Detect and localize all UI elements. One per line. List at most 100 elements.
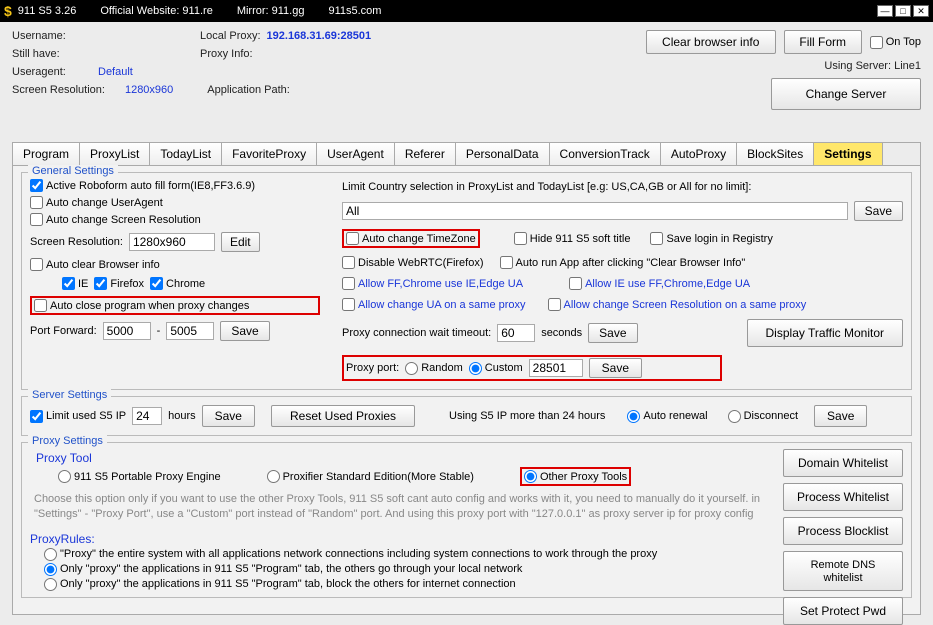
tab-autoproxy[interactable]: AutoProxy <box>661 143 737 165</box>
tab-useragent[interactable]: UserAgent <box>317 143 395 165</box>
pcw-save[interactable]: Save <box>588 323 637 343</box>
disconnect-radio[interactable]: Disconnect <box>728 410 798 423</box>
limit-label: Limit Country selection in ProxyList and… <box>342 181 751 193</box>
tab-todaylist[interactable]: TodayList <box>150 143 222 165</box>
tab-conversiontrack[interactable]: ConversionTrack <box>550 143 661 165</box>
pp-random[interactable]: Random <box>405 362 463 375</box>
allow-ie-checkbox[interactable]: Allow IE use FF,Chrome,Edge UA <box>569 277 750 290</box>
alt-domain: 911s5.com <box>328 5 381 17</box>
sr-combo[interactable] <box>129 233 215 251</box>
chrome-checkbox[interactable]: Chrome <box>150 277 205 290</box>
firefox-checkbox[interactable]: Firefox <box>94 277 144 290</box>
stillhave-label: Still have: <box>12 48 92 60</box>
pp-save[interactable]: Save <box>589 358 642 378</box>
ss-save[interactable]: Save <box>814 405 867 427</box>
tool-portable[interactable]: 911 S5 Portable Proxy Engine <box>58 470 221 483</box>
server-legend: Server Settings <box>28 389 111 401</box>
screenres-value: 1280x960 <box>125 84 173 96</box>
autoclear-checkbox[interactable]: Auto clear Browser info <box>30 258 330 271</box>
pf-label: Port Forward: <box>30 325 97 337</box>
more-label: Using S5 IP more than 24 hours <box>449 410 605 422</box>
auto-tz-checkbox[interactable]: Auto change TimeZone <box>342 229 480 248</box>
close-button[interactable]: ✕ <box>913 5 929 17</box>
general-settings-group: General Settings Active Roboform auto fi… <box>21 172 912 390</box>
local-proxy-value: 192.168.31.69:28501 <box>267 30 372 42</box>
apppath-label: Application Path: <box>207 84 290 96</box>
limit-save[interactable]: Save <box>202 405 255 427</box>
autorun-checkbox[interactable]: Auto run App after clicking "Clear Brows… <box>500 256 746 269</box>
allow-ff-checkbox[interactable]: Allow FF,Chrome use IE,Edge UA <box>342 277 523 290</box>
tab-blocksites[interactable]: BlockSites <box>737 143 814 165</box>
protect-pwd-button[interactable]: Set Protect Pwd <box>783 597 903 625</box>
save-registry-checkbox[interactable]: Save login in Registry <box>650 232 772 245</box>
proxy-rules-label: ProxyRules: <box>30 532 767 546</box>
roboform-checkbox[interactable]: Active Roboform auto fill form(IE8,FF3.6… <box>30 179 330 192</box>
auto-renewal-radio[interactable]: Auto renewal <box>627 410 707 423</box>
pcw-label: Proxy connection wait timeout: <box>342 327 491 339</box>
tab-proxylist[interactable]: ProxyList <box>80 143 150 165</box>
server-settings-group: Server Settings Limit used S5 IP hours S… <box>21 396 912 436</box>
pp-label: Proxy port: <box>346 362 399 374</box>
reset-proxies-button[interactable]: Reset Used Proxies <box>271 405 415 427</box>
auto-res-checkbox[interactable]: Auto change Screen Resolution <box>30 213 330 226</box>
tab-program[interactable]: Program <box>13 143 80 165</box>
proxyinfo-label: Proxy Info: <box>200 48 253 60</box>
rule-3[interactable]: Only "proxy" the applications in 911 S5 … <box>44 578 516 591</box>
autoclose-checkbox[interactable]: Auto close program when proxy changes <box>30 296 320 315</box>
pcw-input[interactable] <box>497 324 535 342</box>
local-proxy-label: Local Proxy: <box>200 30 261 42</box>
official-site: Official Website: 911.re <box>100 5 213 17</box>
process-blocklist-button[interactable]: Process Blocklist <box>783 517 903 545</box>
process-whitelist-button[interactable]: Process Whitelist <box>783 483 903 511</box>
useragent-value[interactable]: Default <box>98 66 133 78</box>
mirror: Mirror: 911.gg <box>237 5 305 17</box>
remote-dns-button[interactable]: Remote DNSwhitelist <box>783 551 903 591</box>
sr-label: Screen Resolution: <box>30 236 123 248</box>
proxy-settings-group: Proxy Settings Domain Whitelist Process … <box>21 442 912 598</box>
proxy-tool-label: Proxy Tool <box>36 451 767 465</box>
pf-save[interactable]: Save <box>220 321 269 341</box>
disable-rtc-checkbox[interactable]: Disable WebRTC(Firefox) <box>342 256 484 269</box>
pf-to[interactable] <box>166 322 214 340</box>
rule-2[interactable]: Only "proxy" the applications in 911 S5 … <box>44 563 522 576</box>
domain-whitelist-button[interactable]: Domain Whitelist <box>783 449 903 477</box>
ontop-checkbox[interactable]: On Top <box>870 36 921 49</box>
auto-ua-checkbox[interactable]: Auto change UserAgent <box>30 196 330 209</box>
maximize-button[interactable]: □ <box>895 5 911 17</box>
tab-settings[interactable]: Settings <box>814 143 882 165</box>
traffic-monitor-button[interactable]: Display Traffic Monitor <box>747 319 903 347</box>
pf-from[interactable] <box>103 322 151 340</box>
proxy-legend: Proxy Settings <box>28 435 107 447</box>
ie-checkbox[interactable]: IE <box>62 277 88 290</box>
useragent-label: Useragent: <box>12 66 92 78</box>
edit-button[interactable]: Edit <box>221 232 260 252</box>
change-server-button[interactable]: Change Server <box>771 78 921 110</box>
limit-save[interactable]: Save <box>854 201 903 221</box>
tab-referer[interactable]: Referer <box>395 143 456 165</box>
clear-browser-button[interactable]: Clear browser info <box>646 30 776 54</box>
tool-proxifier[interactable]: Proxifier Standard Edition(More Stable) <box>267 470 474 483</box>
titlebar: $ 911 S5 3.26 Official Website: 911.re M… <box>0 0 933 22</box>
general-legend: General Settings <box>28 165 118 177</box>
pp-input[interactable] <box>529 359 583 377</box>
rule-1[interactable]: "Proxy" the entire system with all appli… <box>44 548 657 561</box>
screenres-label: Screen Resolution: <box>12 84 105 96</box>
allow-sr-checkbox[interactable]: Allow change Screen Resolution on a same… <box>548 298 807 311</box>
pp-custom[interactable]: Custom <box>469 362 523 375</box>
using-server-label: Using Server: Line1 <box>824 60 921 72</box>
limit-input[interactable] <box>342 202 848 220</box>
tab-favoriteproxy[interactable]: FavoriteProxy <box>222 143 317 165</box>
app-title: 911 S5 3.26 <box>18 5 77 17</box>
fill-form-button[interactable]: Fill Form <box>784 30 862 54</box>
limit-ip-checkbox[interactable]: Limit used S5 IP <box>30 410 126 423</box>
allow-same-checkbox[interactable]: Allow change UA on a same proxy <box>342 298 526 311</box>
app-icon: $ <box>4 3 12 19</box>
tab-personaldata[interactable]: PersonalData <box>456 143 550 165</box>
tool-desc: Choose this option only if you want to u… <box>34 492 763 522</box>
username-label: Username: <box>12 30 92 42</box>
tool-other[interactable]: Other Proxy Tools <box>520 467 631 486</box>
minimize-button[interactable]: — <box>877 5 893 17</box>
hide-title-checkbox[interactable]: Hide 911 S5 soft title <box>514 232 631 245</box>
tab-bar: Program ProxyList TodayList FavoriteProx… <box>12 142 921 165</box>
limit-hours-input[interactable] <box>132 407 162 425</box>
